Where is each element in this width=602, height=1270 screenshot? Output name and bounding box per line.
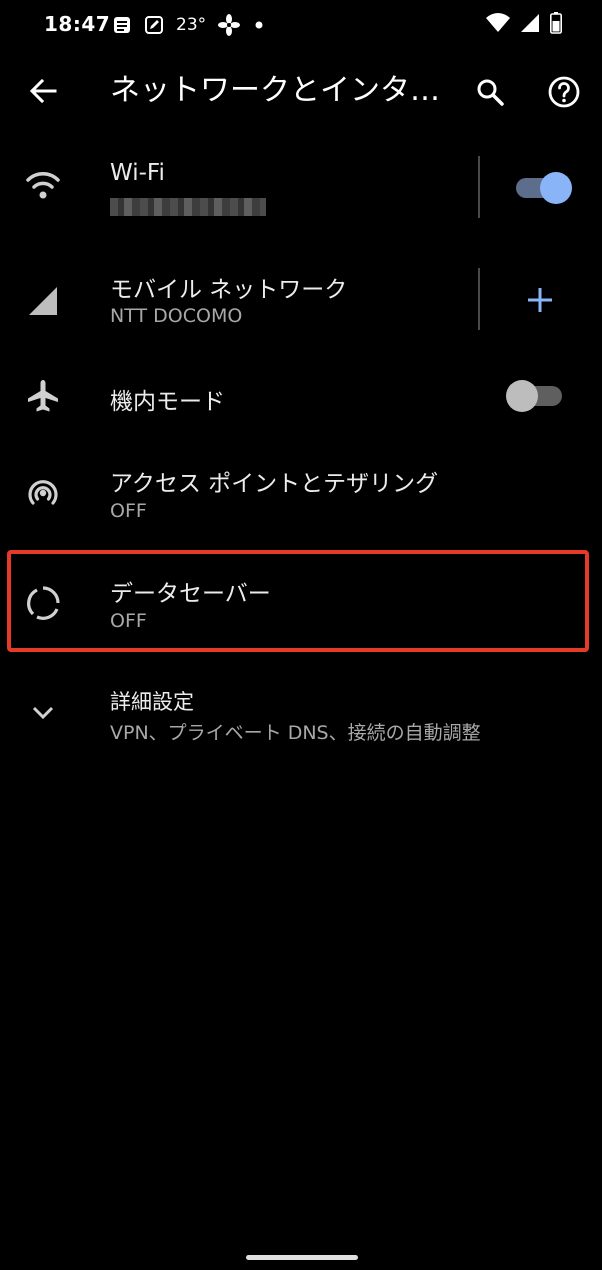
hotspot-icon xyxy=(28,480,58,505)
advanced-subtitle: VPN、プライベート DNS、接続の自動調整 xyxy=(110,722,481,744)
wifi-network-name-blurred xyxy=(110,198,266,216)
mobile-divider xyxy=(478,268,480,330)
fan-icon xyxy=(218,14,241,36)
search-button[interactable] xyxy=(468,70,512,114)
help-icon xyxy=(548,76,580,108)
gesture-nav-handle[interactable] xyxy=(246,1255,358,1260)
airplane-mode-toggle[interactable] xyxy=(506,380,568,412)
highlight-box xyxy=(7,550,589,652)
notes-icon xyxy=(114,17,130,33)
arrow-left-icon xyxy=(29,78,57,104)
status-temperature: 23° xyxy=(176,15,207,35)
settings-item-advanced[interactable]: 詳細設定 VPN、プライベート DNS、接続の自動調整 xyxy=(0,670,602,760)
edit-icon xyxy=(145,16,163,34)
hotspot-title: アクセス ポイントとテザリング xyxy=(110,471,439,497)
page-title: ネットワークとインタ… xyxy=(110,73,440,108)
mobile-network-carrier: NTT DOCOMO xyxy=(110,305,243,327)
wifi-toggle[interactable] xyxy=(510,172,572,204)
cell-signal-icon xyxy=(521,14,539,32)
app-bar: ネットワークとインタ… xyxy=(0,50,602,130)
plus-icon xyxy=(528,288,552,312)
back-button[interactable] xyxy=(22,70,64,112)
notification-icons: 23° xyxy=(112,12,266,38)
cell-signal-icon xyxy=(29,287,57,315)
dot-icon xyxy=(255,21,263,29)
status-bar: 18:47 23° xyxy=(0,0,602,50)
help-button[interactable] xyxy=(542,70,586,114)
status-time: 18:47 xyxy=(44,12,111,36)
hotspot-status: OFF xyxy=(110,500,147,522)
wifi-title: Wi-Fi xyxy=(110,160,165,186)
wifi-divider xyxy=(478,156,480,218)
battery-icon xyxy=(550,12,562,34)
airplane-icon xyxy=(28,380,58,412)
chevron-down-icon xyxy=(32,706,54,720)
settings-item-mobile-network[interactable]: モバイル ネットワーク NTT DOCOMO xyxy=(0,250,602,350)
search-icon xyxy=(477,79,504,106)
advanced-title: 詳細設定 xyxy=(110,690,194,714)
airplane-mode-title: 機内モード xyxy=(110,389,225,415)
add-network-button[interactable] xyxy=(520,280,560,320)
system-status-icons xyxy=(486,12,562,34)
mobile-network-title: モバイル ネットワーク xyxy=(110,277,348,303)
wifi-icon xyxy=(26,172,60,199)
settings-item-hotspot-tethering[interactable]: アクセス ポイントとテザリング OFF xyxy=(0,450,602,550)
wifi-status-icon xyxy=(486,13,510,32)
